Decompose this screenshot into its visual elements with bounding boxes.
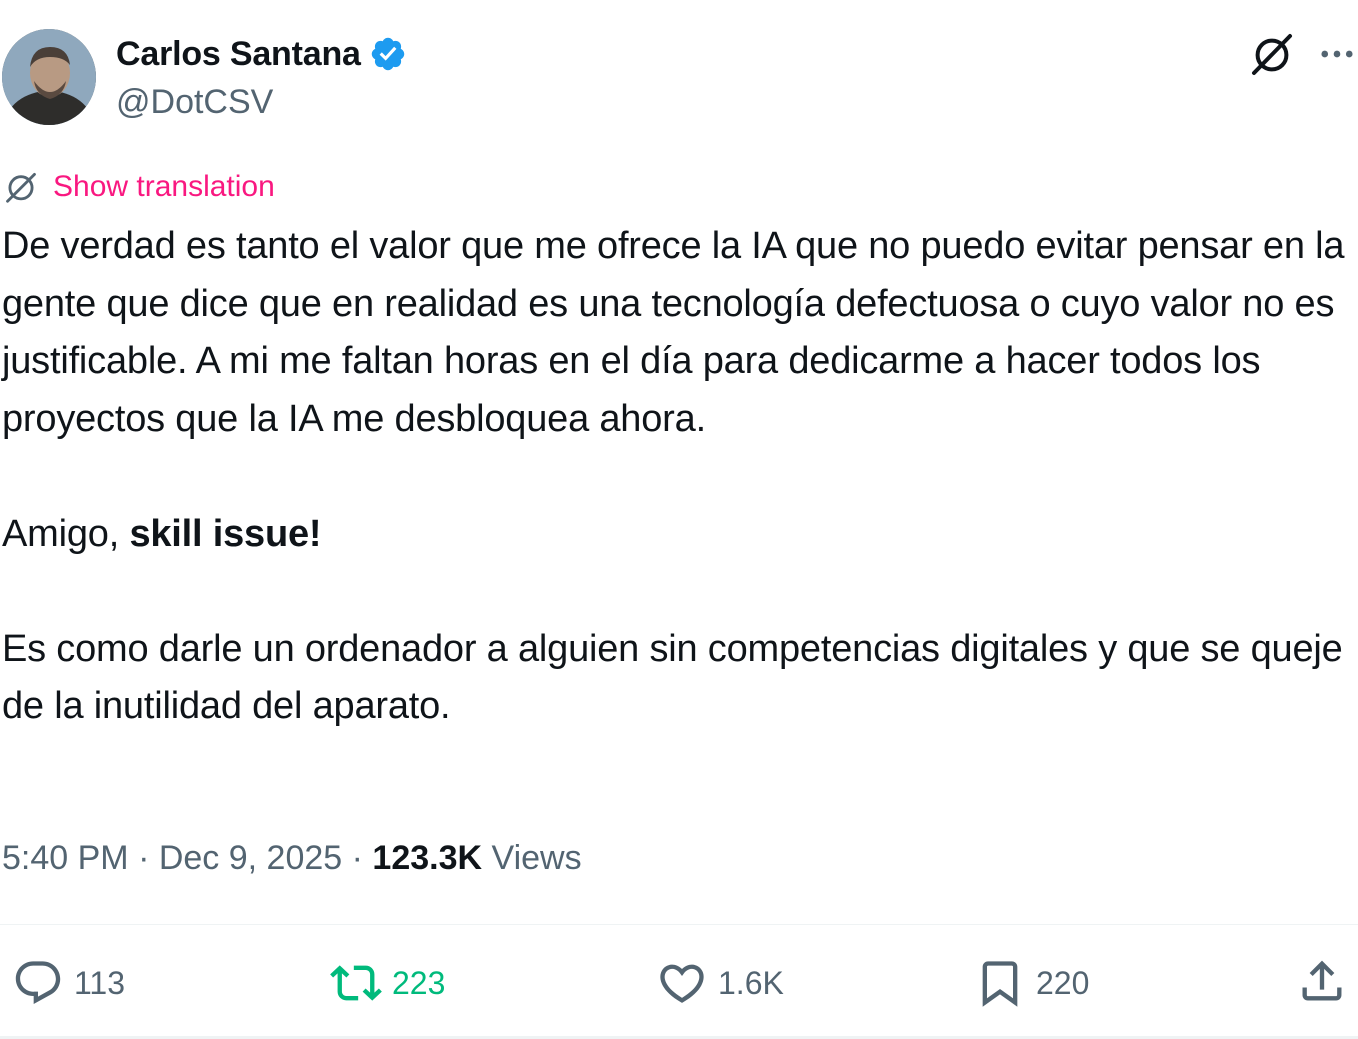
bookmark-button[interactable]: 220: [974, 955, 1089, 1011]
tweet-paragraph: De verdad es tanto el valor que me ofrec…: [2, 225, 1345, 440]
tweet-time[interactable]: 5:40 PM: [2, 839, 129, 877]
tweet-meta: 5:40 PM · Dec 9, 2025 · 123.3K Views: [2, 836, 582, 880]
show-translation-button[interactable]: Show translation: [2, 168, 275, 206]
bookmark-icon: [982, 961, 1018, 1007]
meta-separator: ·: [128, 839, 159, 877]
tweet-bold-text: skill issue!: [129, 512, 322, 555]
author-handle[interactable]: @DotCSV: [116, 82, 273, 122]
meta-separator: ·: [342, 839, 373, 877]
grok-icon[interactable]: [1248, 30, 1296, 78]
tweet-paragraph: Es como darle un ordenador a alguien sin…: [2, 627, 1343, 728]
tweet-paragraph-prefix: Amigo,: [2, 512, 130, 555]
tweet-paragraph: Amigo, skill issue!: [2, 506, 1358, 564]
like-button[interactable]: 1.6K: [656, 955, 784, 1011]
avatar[interactable]: [2, 29, 96, 125]
bookmark-count: 220: [1036, 965, 1090, 1001]
avatar-image: [2, 29, 96, 125]
tweet-text: De verdad es tanto el valor que me ofrec…: [2, 218, 1358, 736]
share-icon: [1302, 960, 1342, 1001]
share-button[interactable]: [1296, 955, 1348, 1007]
repost-count: 223: [392, 965, 446, 1001]
repost-button[interactable]: 223: [330, 955, 445, 1011]
like-count: 1.6K: [718, 965, 784, 1001]
grok-translate-icon: [6, 172, 36, 203]
views-count: 123.3K: [372, 839, 483, 877]
show-translation-label: Show translation: [53, 170, 275, 203]
divider: [0, 924, 1358, 925]
more-icon[interactable]: [1316, 36, 1358, 72]
reply-count: 113: [74, 965, 126, 1001]
tweet-date[interactable]: Dec 9, 2025: [159, 839, 342, 877]
reply-icon: [15, 961, 61, 1005]
verified-badge-icon[interactable]: [369, 35, 407, 73]
author-name[interactable]: Carlos Santana: [116, 34, 361, 74]
heart-icon: [660, 964, 704, 1003]
views-label: Views: [482, 839, 582, 877]
repost-icon: [330, 965, 382, 1001]
reply-button[interactable]: 113: [12, 955, 125, 1011]
